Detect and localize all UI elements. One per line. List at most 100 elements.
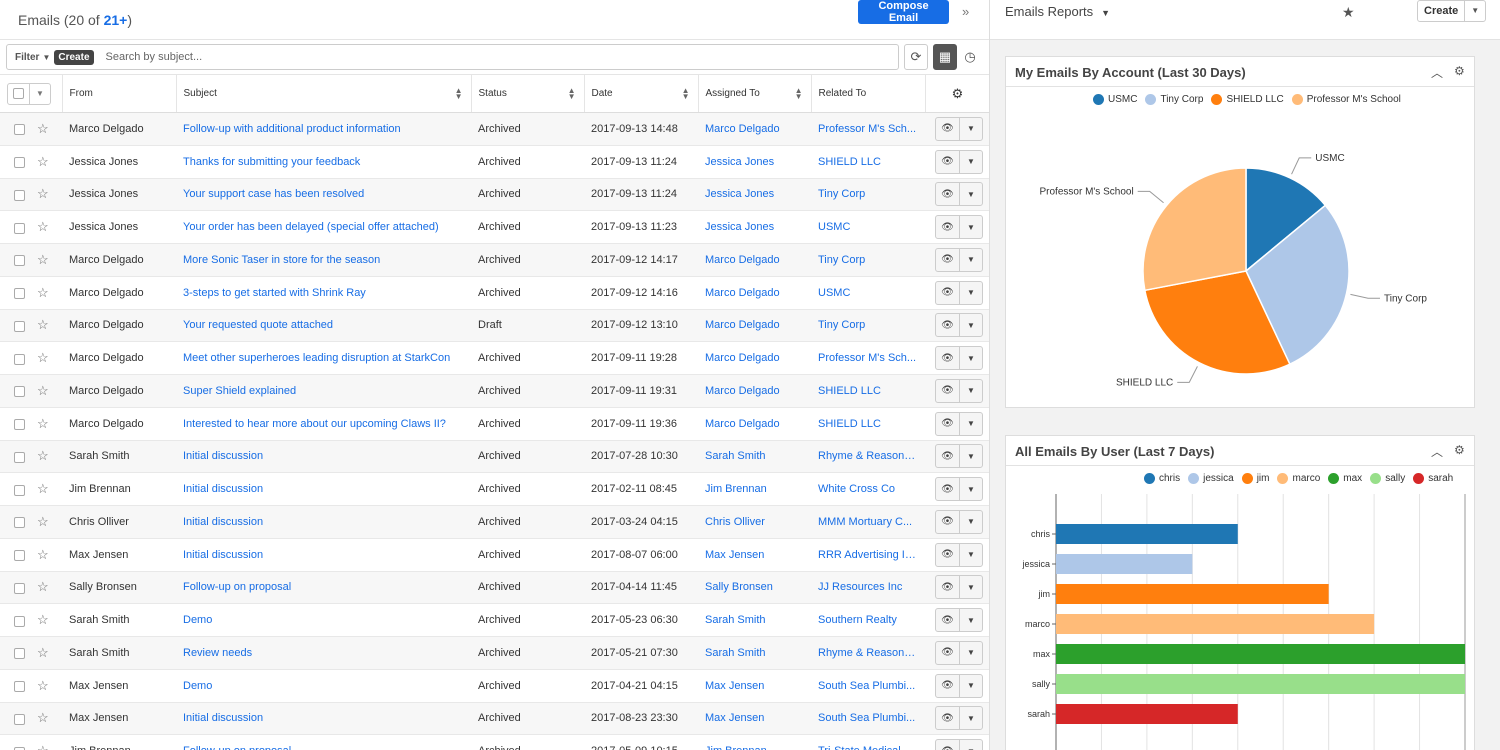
row-checkbox[interactable] bbox=[14, 419, 25, 431]
caret-down-icon[interactable]: ▼ bbox=[959, 609, 982, 632]
cell-assigned-link[interactable]: Marco Delgado bbox=[698, 243, 811, 277]
cell-related-link[interactable]: Tri-State Medical bbox=[811, 734, 925, 750]
column-header-subject[interactable]: Subject ▲ ▼ bbox=[176, 74, 472, 113]
dashboard-create-button[interactable]: Create bbox=[1418, 5, 1464, 17]
cell-related-link[interactable]: JJ Resources Inc bbox=[811, 571, 925, 605]
eye-icon[interactable]: 👁 bbox=[936, 314, 959, 336]
table-row[interactable]: ☆ Marco Delgado Interested to hear more ab… bbox=[0, 407, 989, 441]
row-checkbox[interactable] bbox=[14, 451, 25, 463]
gear-icon[interactable]: ⚙ bbox=[952, 86, 964, 101]
cell-subject-link[interactable]: Interested to hear more about our upcomi… bbox=[176, 407, 471, 441]
star-icon[interactable]: ☆ bbox=[37, 383, 49, 398]
cell-subject-link[interactable]: Follow-up with additional product inform… bbox=[176, 112, 471, 146]
cell-related-link[interactable]: SHIELD LLC bbox=[811, 374, 925, 408]
cell-assigned-link[interactable]: Marco Delgado bbox=[698, 374, 811, 408]
row-checkbox[interactable] bbox=[14, 681, 25, 693]
table-row[interactable]: ☆ Jessica Jones Your support case has been… bbox=[0, 178, 989, 212]
eye-icon[interactable]: 👁 bbox=[936, 216, 959, 238]
star-icon[interactable]: ☆ bbox=[37, 645, 49, 660]
table-row[interactable]: ☆ Sally Bronsen Follow-up on proposal Archi… bbox=[0, 571, 989, 605]
cell-assigned-link[interactable]: Jessica Jones bbox=[698, 178, 811, 212]
column-header-related-to[interactable]: Related To bbox=[811, 74, 926, 113]
list-view-icon[interactable]: ▦ bbox=[933, 44, 957, 70]
cell-assigned-link[interactable]: Marco Delgado bbox=[698, 276, 811, 310]
eye-icon[interactable]: 👁 bbox=[936, 183, 959, 205]
row-checkbox[interactable] bbox=[14, 157, 25, 169]
caret-down-icon[interactable]: ▼ bbox=[959, 216, 982, 239]
cell-related-link[interactable]: USMC bbox=[811, 276, 925, 310]
caret-down-icon[interactable]: ▼ bbox=[959, 117, 982, 140]
column-header-status[interactable]: Status ▲ ▼ bbox=[471, 74, 585, 113]
cell-subject-link[interactable]: Review needs bbox=[176, 636, 471, 670]
column-header-assigned-to[interactable]: Assigned To ▲ ▼ bbox=[698, 74, 812, 113]
gear-icon[interactable]: ⚙ bbox=[1454, 443, 1465, 457]
eye-icon[interactable]: 👁 bbox=[936, 609, 959, 631]
record-count-link[interactable]: 21+ bbox=[104, 12, 128, 28]
eye-icon[interactable]: 👁 bbox=[936, 380, 959, 402]
cell-related-link[interactable]: Tiny Corp bbox=[811, 243, 925, 277]
cell-subject-link[interactable]: Demo bbox=[176, 603, 471, 637]
table-row[interactable]: ☆Jim BrennanFollow-up on proposalArchive… bbox=[0, 734, 989, 750]
caret-down-icon[interactable]: ▼ bbox=[959, 183, 982, 206]
star-icon[interactable]: ☆ bbox=[37, 579, 49, 594]
table-row[interactable]: ☆ Max Jensen Initial discussion Archived 201… bbox=[0, 538, 989, 572]
caret-down-icon[interactable]: ▼ bbox=[959, 510, 982, 533]
star-icon[interactable]: ☆ bbox=[37, 514, 49, 529]
cell-subject-link[interactable]: More Sonic Taser in store for the season bbox=[176, 243, 471, 277]
table-row[interactable]: ☆ Marco Delgado 3-steps to get started wit… bbox=[0, 276, 989, 310]
eye-icon[interactable]: 👁 bbox=[936, 151, 959, 173]
cell-related-link[interactable]: Professor M's Sch... bbox=[811, 341, 925, 375]
cell-assigned-link[interactable]: Sarah Smith bbox=[698, 636, 811, 670]
refresh-icon[interactable]: ⟳ bbox=[904, 44, 928, 70]
star-icon[interactable]: ☆ bbox=[37, 154, 49, 169]
star-icon[interactable]: ☆ bbox=[37, 285, 49, 300]
eye-icon[interactable]: 👁 bbox=[936, 413, 959, 435]
row-checkbox[interactable] bbox=[14, 517, 25, 529]
row-checkbox[interactable] bbox=[14, 550, 25, 562]
sort-icon[interactable]: ▲ ▼ bbox=[795, 87, 803, 101]
eye-icon[interactable]: 👁 bbox=[936, 707, 959, 729]
caret-down-icon[interactable]: ▼ bbox=[959, 445, 982, 468]
table-row[interactable]: ☆ Sarah Smith Initial discussion Archived 20… bbox=[0, 440, 989, 474]
caret-down-icon[interactable]: ▼ bbox=[959, 707, 982, 730]
table-row[interactable]: ☆ Marco Delgado More Sonic Taser in store … bbox=[0, 243, 989, 277]
row-checkbox[interactable] bbox=[14, 288, 25, 300]
cell-assigned-link[interactable]: Chris Olliver bbox=[698, 505, 811, 539]
cell-related-link[interactable]: MMM Mortuary C... bbox=[811, 505, 925, 539]
star-icon[interactable]: ☆ bbox=[37, 678, 49, 693]
cell-assigned-link[interactable]: Marco Delgado bbox=[698, 341, 811, 375]
dashboard-title-dropdown[interactable]: Emails Reports ▼ bbox=[1005, 4, 1110, 19]
cell-subject-link[interactable]: Super Shield explained bbox=[176, 374, 471, 408]
cell-assigned-link[interactable]: Sarah Smith bbox=[698, 440, 811, 474]
filter-create-button[interactable]: Create bbox=[54, 49, 94, 65]
table-row[interactable]: ☆ Chris Olliver Initial discussion Archived… bbox=[0, 505, 989, 539]
row-checkbox[interactable] bbox=[14, 713, 25, 725]
star-icon[interactable]: ☆ bbox=[37, 743, 49, 750]
cell-assigned-link[interactable]: Max Jensen bbox=[698, 669, 811, 703]
eye-icon[interactable]: 👁 bbox=[936, 118, 959, 140]
cell-assigned-link[interactable]: Marco Delgado bbox=[698, 112, 811, 146]
row-checkbox[interactable] bbox=[14, 648, 25, 660]
double-chevron-right-icon[interactable]: » bbox=[962, 4, 969, 19]
clock-icon[interactable]: ◷ bbox=[958, 44, 982, 70]
sort-icon[interactable]: ▲ ▼ bbox=[682, 87, 690, 101]
cell-related-link[interactable]: Professor M's Sch... bbox=[811, 112, 925, 146]
eye-icon[interactable]: 👁 bbox=[936, 544, 959, 566]
cell-subject-link[interactable]: Your support case has been resolved bbox=[176, 178, 471, 212]
caret-down-icon[interactable]: ▼ bbox=[959, 543, 982, 566]
cell-assigned-link[interactable]: Jessica Jones bbox=[698, 210, 811, 244]
table-row[interactable]: ☆ Marco Delgado Your requested quote attac… bbox=[0, 309, 989, 343]
cell-subject-link[interactable]: Your order has been delayed (special off… bbox=[176, 210, 471, 244]
caret-down-icon[interactable]: ▼ bbox=[42, 53, 50, 62]
cell-subject-link[interactable]: 3-steps to get started with Shrink Ray bbox=[176, 276, 471, 310]
caret-down-icon[interactable]: ▼ bbox=[959, 740, 982, 750]
cell-assigned-link[interactable]: Jim Brennan bbox=[698, 472, 811, 506]
cell-assigned-link[interactable]: Max Jensen bbox=[698, 702, 811, 736]
cell-subject-link[interactable]: Thanks for submitting your feedback bbox=[176, 145, 471, 179]
row-checkbox[interactable] bbox=[14, 222, 25, 234]
star-icon[interactable]: ☆ bbox=[37, 252, 49, 267]
star-icon[interactable]: ☆ bbox=[37, 219, 49, 234]
sort-icon[interactable]: ▲ ▼ bbox=[568, 87, 576, 101]
caret-down-icon[interactable]: ▼ bbox=[959, 281, 982, 304]
star-icon[interactable]: ☆ bbox=[37, 710, 49, 725]
